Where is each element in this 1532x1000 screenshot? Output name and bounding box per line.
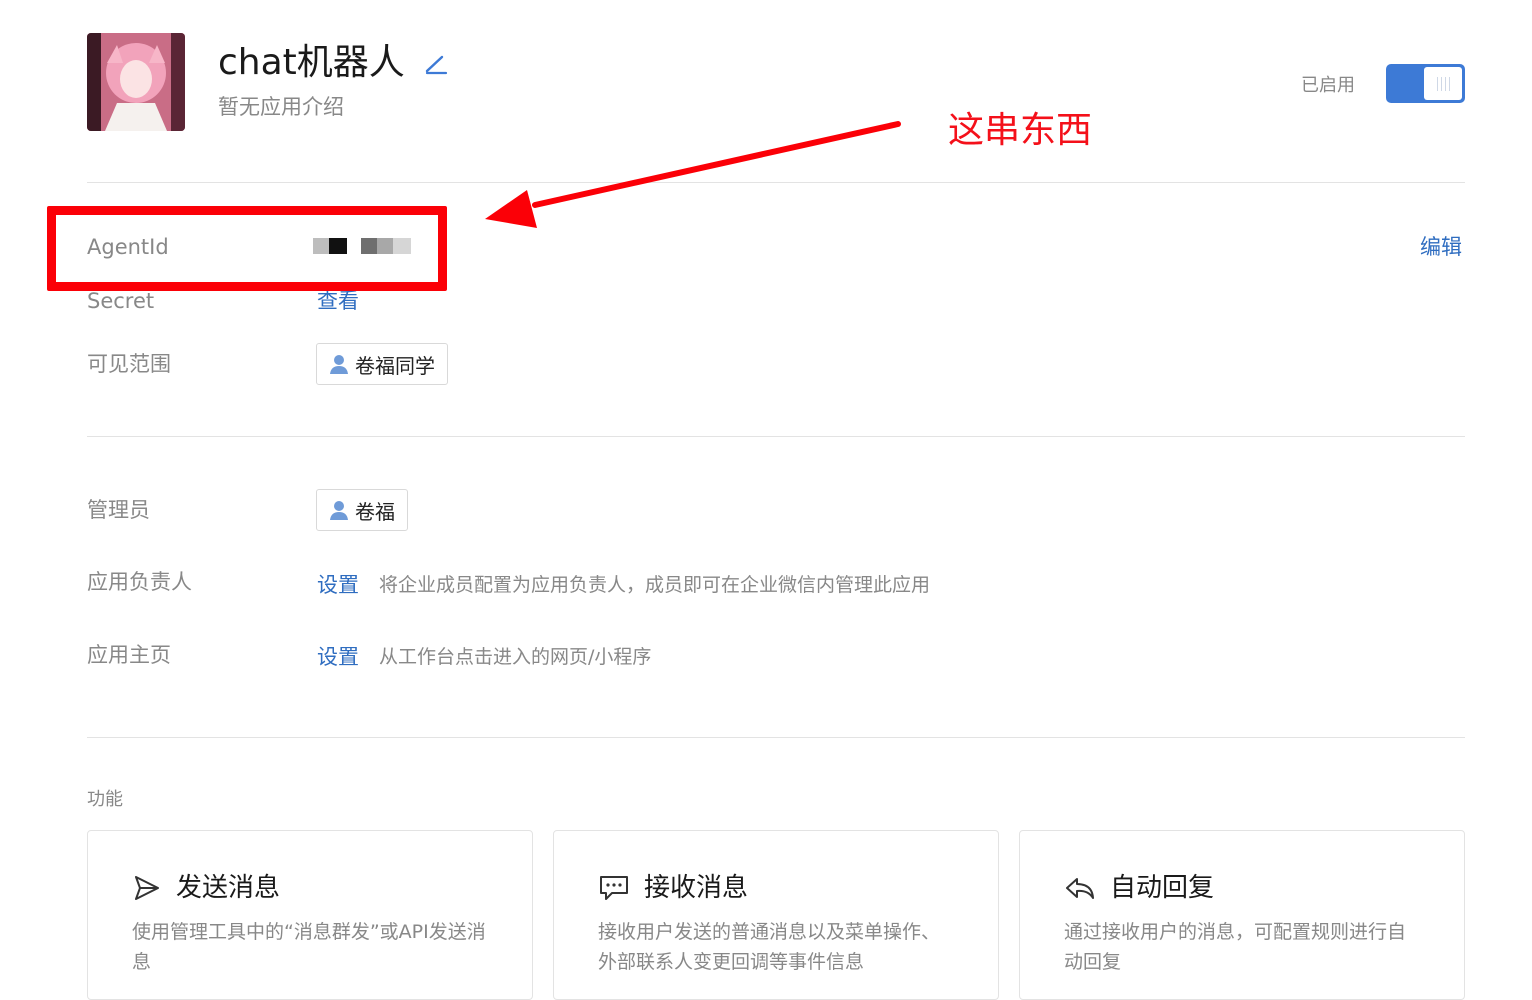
app-name: chat机器人	[218, 42, 405, 83]
feature-card-receive[interactable]: 接收消息 接收用户发送的普通消息以及菜单操作、外部联系人变更回调等事件信息	[553, 830, 999, 1000]
user-icon	[330, 355, 348, 374]
homepage-hint: 从工作台点击进入的网页/小程序	[379, 646, 652, 668]
edit-name-icon[interactable]	[422, 50, 450, 78]
agentid-label: AgentId	[87, 235, 169, 259]
enable-toggle[interactable]	[1386, 64, 1465, 103]
features-title: 功能	[87, 789, 123, 810]
feature-card-title: 自动回复	[1110, 873, 1215, 903]
feature-card-desc: 接收用户发送的普通消息以及菜单操作、外部联系人变更回调等事件信息	[598, 921, 941, 973]
owner-hint: 将企业成员配置为应用负责人，成员即可在企业微信内管理此应用	[379, 574, 931, 596]
feature-card-desc: 使用管理工具中的“消息群发”或API发送消息	[132, 921, 486, 973]
edit-button[interactable]: 编辑	[1420, 232, 1462, 262]
send-icon	[135, 876, 159, 900]
annotation-text: 这串东西	[948, 110, 1093, 151]
feature-card-desc: 通过接收用户的消息，可配置规则进行自动回复	[1064, 921, 1407, 973]
secret-label: Secret	[87, 289, 155, 313]
homepage-label: 应用主页	[87, 643, 171, 667]
user-icon	[330, 501, 348, 520]
chat-bubble-icon	[600, 876, 628, 900]
toggle-knob	[1424, 67, 1462, 100]
feature-card-title: 发送消息	[176, 873, 281, 903]
view-secret-link[interactable]: 查看	[317, 286, 359, 316]
reply-icon	[1066, 878, 1094, 899]
app-description: 暂无应用介绍	[218, 95, 344, 119]
feature-card-send[interactable]: 发送消息 使用管理工具中的“消息群发”或API发送消息	[87, 830, 533, 1000]
admin-label: 管理员	[87, 498, 150, 522]
owner-label: 应用负责人	[87, 570, 192, 594]
admin-tag[interactable]: 卷福	[316, 489, 408, 531]
agentid-value-redacted	[313, 238, 413, 256]
feature-card-title: 接收消息	[644, 873, 749, 903]
owner-set-link[interactable]: 设置	[317, 570, 359, 600]
app-avatar	[87, 33, 185, 131]
visibility-tag-label: 卷福同学	[355, 353, 435, 378]
visibility-label: 可见范围	[87, 352, 171, 376]
divider	[87, 436, 1465, 437]
feature-card-autoreply[interactable]: 自动回复 通过接收用户的消息，可配置规则进行自动回复	[1019, 830, 1465, 1000]
divider	[87, 182, 1465, 183]
visibility-tag[interactable]: 卷福同学	[316, 343, 448, 385]
status-label: 已启用	[1301, 75, 1355, 96]
admin-tag-label: 卷福	[355, 499, 395, 524]
divider	[87, 737, 1465, 738]
homepage-set-link[interactable]: 设置	[317, 642, 359, 672]
